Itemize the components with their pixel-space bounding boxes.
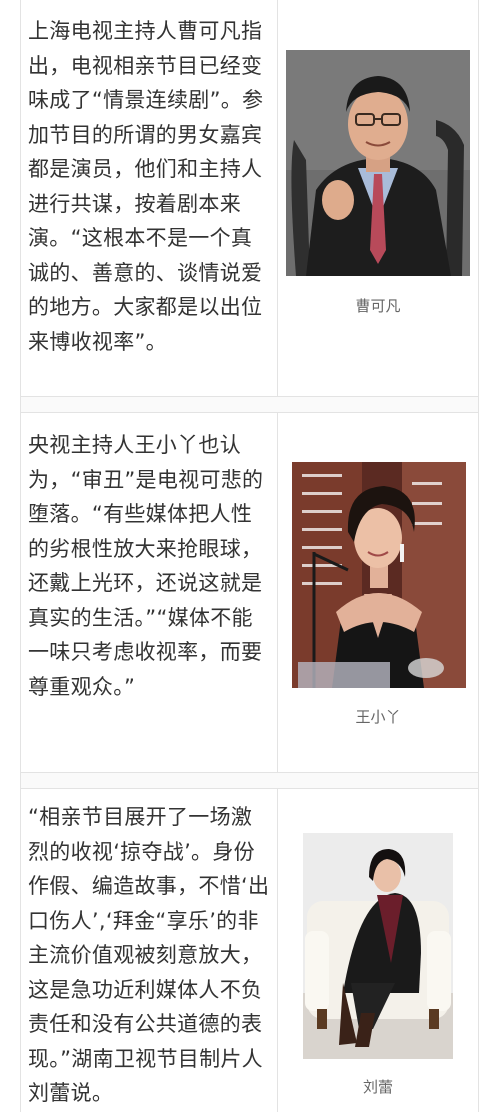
row-divider (20, 772, 479, 773)
row-divider (20, 788, 479, 789)
portrait-woman-icon (292, 462, 466, 688)
row-spacer (21, 772, 478, 788)
photo-wang-xiaoya (292, 462, 466, 688)
caption-cao-kefan: 曹可凡 (355, 297, 401, 315)
article-table: 上海电视主持人曹可凡指出，电视相亲节目已经变味成了“情景连续剧”。参加节目的所谓… (0, 0, 500, 1112)
quote-text-liu-lei: “相亲节目展开了一场激烈的收视‘掠夺战’。身份作假、编造故事，不惜‘出口伤人’,… (28, 805, 270, 1105)
table-column-divider (277, 0, 278, 1112)
table-border-right (478, 0, 479, 1112)
table-border-left (20, 0, 21, 1112)
quote-text-cao-kefan: 上海电视主持人曹可凡指出，电视相亲节目已经变味成了“情景连续剧”。参加节目的所谓… (28, 19, 264, 354)
caption-wang-xiaoya: 王小丫 (355, 708, 401, 726)
photo-liu-lei (303, 833, 453, 1059)
row-divider (20, 396, 479, 397)
quote-text-wang-xiaoya: 央视主持人王小丫也认为，“审丑”是电视可悲的堕落。“有些媒体把人性的劣根性放大来… (28, 433, 264, 699)
row-divider (20, 412, 479, 413)
portrait-seated-woman-icon (303, 833, 453, 1059)
portrait-man-icon (286, 50, 470, 276)
caption-liu-lei: 刘蕾 (362, 1078, 393, 1096)
photo-cao-kefan (286, 50, 470, 276)
row-spacer (21, 396, 478, 412)
